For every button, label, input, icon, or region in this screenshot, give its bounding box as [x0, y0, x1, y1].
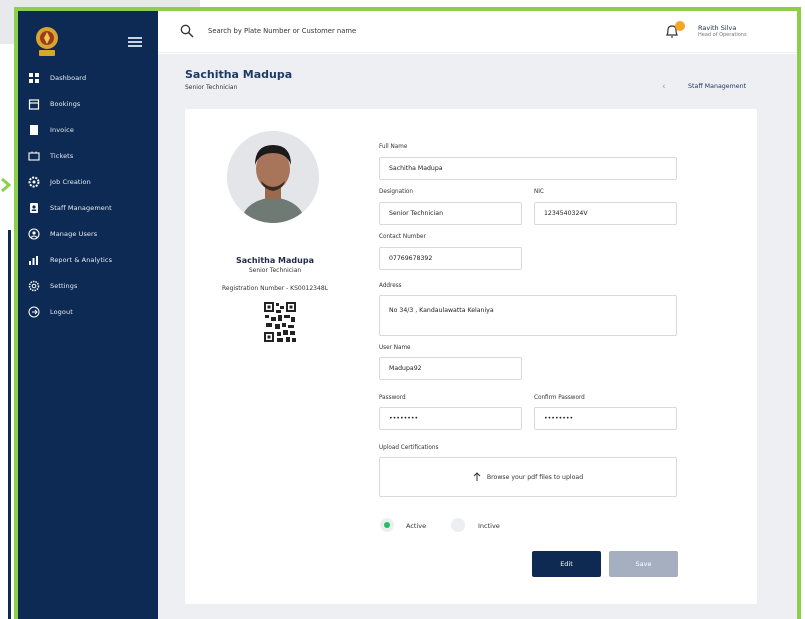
sidebar-item-label: Tickets	[50, 152, 74, 160]
left-edge-strip	[8, 230, 11, 619]
save-button[interactable]: Save	[609, 551, 678, 577]
arrow-marker-icon	[1, 178, 12, 192]
sidebar-item-label: Logout	[50, 308, 73, 316]
sidebar-item-label: Bookings	[50, 100, 81, 108]
sidebar-item-manage-users[interactable]: Manage Users	[18, 221, 158, 247]
notification-badge	[675, 21, 685, 31]
upload-text: Browse your pdf files to upload	[486, 473, 584, 481]
sidebar-menu: Dashboard Bookings Invoice Tickets Job C…	[18, 65, 158, 325]
sidebar-item-label: Job Creation	[50, 178, 91, 186]
sidebar-item-tickets[interactable]: Tickets	[18, 143, 158, 169]
full-name-field[interactable]	[379, 157, 677, 180]
registration-number: Registration Number - KS0012348L	[222, 285, 328, 292]
password-label: Password	[379, 395, 406, 401]
address-label: Address	[379, 283, 402, 289]
sidebar-item-invoice[interactable]: Invoice	[18, 117, 158, 143]
topbar: Ravith Silva Head of Operations	[158, 11, 797, 53]
user-name[interactable]: Ravith Silva	[698, 24, 736, 32]
nic-field[interactable]	[534, 202, 677, 225]
sidebar-item-label: Manage Users	[50, 230, 98, 238]
username-field[interactable]	[379, 357, 522, 380]
ticket-icon	[28, 150, 40, 162]
sidebar-item-logout[interactable]: Logout	[18, 299, 158, 325]
dashboard-icon	[28, 72, 40, 84]
profile-role: Senior Technician	[248, 267, 302, 274]
designation-label: Designation	[379, 189, 414, 195]
sidebar: Dashboard Bookings Invoice Tickets Job C…	[18, 11, 158, 619]
sidebar-item-label: Dashboard	[50, 74, 87, 82]
sidebar-item-label: Staff Management	[50, 204, 112, 212]
inactive-radio[interactable]	[451, 518, 465, 532]
nic-label: NIC	[534, 189, 544, 195]
sidebar-item-settings[interactable]: Settings	[18, 273, 158, 299]
confirm-password-field[interactable]	[534, 407, 677, 430]
search-icon	[180, 24, 194, 38]
contact-number-label: Contact Number	[379, 234, 426, 240]
sidebar-item-job-creation[interactable]: Job Creation	[18, 169, 158, 195]
user-role: Head of Operations	[698, 32, 747, 38]
profile-name: Sachitha Madupa	[236, 256, 314, 265]
staff-profile-card: Sachitha Madupa Senior Technician Regist…	[185, 109, 757, 604]
active-radio[interactable]	[380, 518, 394, 532]
breadcrumb[interactable]: Staff Management	[688, 83, 746, 90]
active-label: Active	[406, 522, 427, 530]
chevron-left-icon[interactable]: ‹	[662, 82, 666, 92]
sidebar-item-bookings[interactable]: Bookings	[18, 91, 158, 117]
settings-icon	[28, 280, 40, 292]
user-circle-icon	[28, 228, 40, 240]
upload-arrow-icon	[473, 472, 481, 481]
upload-dropzone[interactable]: Browse your pdf files to upload	[379, 457, 677, 497]
sidebar-item-staff-management[interactable]: Staff Management	[18, 195, 158, 221]
sidebar-item-label: Invoice	[50, 126, 74, 134]
sidebar-item-label: Settings	[50, 282, 78, 290]
page-title: Sachitha Madupa	[185, 68, 293, 81]
contact-number-field[interactable]	[379, 247, 522, 270]
username-label: User Name	[379, 345, 411, 351]
upload-certifications-label: Upload Certifications	[379, 445, 439, 451]
search-input[interactable]	[208, 23, 508, 39]
sidebar-item-dashboard[interactable]: Dashboard	[18, 65, 158, 91]
address-field[interactable]: No 34/3 , Kandaulawatta Kelaniya	[379, 295, 677, 336]
edit-button[interactable]: Edit	[532, 551, 601, 577]
designation-field[interactable]	[379, 202, 522, 225]
staff-icon	[28, 202, 40, 214]
emblem-logo	[36, 27, 58, 56]
qr-code-icon	[263, 301, 297, 343]
avatar	[227, 131, 319, 223]
full-name-label: Full Name	[379, 144, 408, 150]
logout-icon	[28, 306, 40, 318]
calendar-icon	[28, 98, 40, 110]
sidebar-item-label: Report & Analytics	[50, 256, 113, 264]
gear-icon	[28, 176, 40, 188]
confirm-password-label: Confirm Password	[534, 395, 585, 401]
main-content: Sachitha Madupa Senior Technician ‹ Staf…	[158, 54, 797, 619]
page-subtitle: Senior Technician	[185, 84, 238, 91]
password-field[interactable]	[379, 407, 522, 430]
sidebar-item-report-analytics[interactable]: Report & Analytics	[18, 247, 158, 273]
menu-toggle-icon[interactable]	[128, 37, 142, 47]
bar-chart-icon	[28, 254, 40, 266]
inactive-label: Inctive	[478, 522, 500, 530]
invoice-icon	[28, 124, 40, 136]
